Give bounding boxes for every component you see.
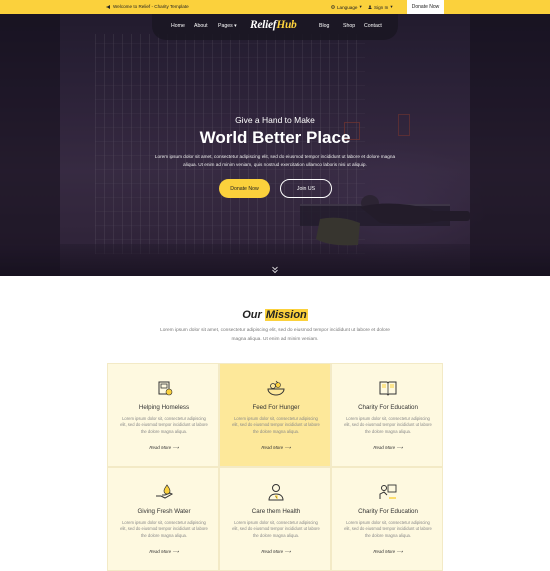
- book-icon: [379, 381, 397, 396]
- card-text: Lorem ipsum dolor sit, consectetur adipi…: [232, 416, 320, 434]
- signin-label: Sign In: [374, 4, 389, 10]
- mission-card: Care them Health Lorem ipsum dolor sit, …: [219, 467, 331, 571]
- card-title: Care them Health: [251, 508, 301, 515]
- doctor-icon: [268, 484, 284, 501]
- mission-description: Lorem ipsum dolor sit amet, consectetur …: [160, 328, 390, 342]
- welcome-label: Welcome to Relief - Charity Template: [113, 4, 189, 9]
- nav-pages-label: Pages: [218, 23, 233, 29]
- chevron-down-icon: ▾: [359, 4, 362, 9]
- globe-icon: [331, 5, 335, 9]
- megaphone-icon: [106, 4, 110, 9]
- welcome-text: Welcome to Relief - Charity Template: [106, 4, 189, 9]
- card-text: Lorem ipsum dolor sit, consectetur adipi…: [344, 520, 432, 538]
- nav-pages[interactable]: Pages ▾: [218, 23, 237, 29]
- language-selector[interactable]: Language ▾: [331, 4, 362, 10]
- site-logo[interactable]: ReliefHub: [250, 19, 297, 31]
- logo-accent-text: Hub: [276, 19, 297, 31]
- mission-card: Giving Fresh Water Lorem ipsum dolor sit…: [107, 467, 219, 571]
- language-label: Language: [337, 4, 358, 10]
- mission-title-prefix: Our: [242, 309, 262, 321]
- nav-blog[interactable]: Blog: [319, 23, 329, 29]
- mission-cards: Helping Homeless Lorem ipsum dolor sit, …: [107, 363, 443, 571]
- mission-card: Charity For Education Lorem ipsum dolor …: [331, 363, 443, 467]
- hero-join-button[interactable]: Join US: [280, 179, 332, 198]
- read-more-link[interactable]: Read More ⟶: [108, 445, 220, 451]
- read-more-link[interactable]: Read More ⟶: [332, 445, 444, 451]
- user-icon: [368, 5, 372, 9]
- mission-title-highlight: Mission: [264, 309, 308, 321]
- water-hand-icon: [156, 484, 174, 499]
- card-title: Helping Homeless: [138, 404, 190, 411]
- logo-text: Relief: [250, 19, 277, 31]
- nav-contact[interactable]: Contact: [364, 23, 382, 29]
- chevron-down-icon: ▾: [390, 4, 393, 9]
- top-bar: Welcome to Relief - Charity Template Lan…: [0, 0, 550, 14]
- card-title: Charity For Education: [358, 508, 418, 515]
- hero-section: Give a Hand to Make World Better Place L…: [0, 14, 550, 276]
- chevron-down-icon: ▾: [234, 23, 237, 29]
- nav-about[interactable]: About: [194, 23, 208, 29]
- nav-home[interactable]: Home: [171, 23, 185, 29]
- card-text: Lorem ipsum dolor sit, consectetur adipi…: [232, 520, 320, 538]
- teacher-icon: [379, 484, 397, 499]
- card-text: Lorem ipsum dolor sit, consectetur adipi…: [120, 520, 208, 538]
- mission-card: Charity For Education Lorem ipsum dolor …: [331, 467, 443, 571]
- read-more-link[interactable]: Read More ⟶: [220, 445, 332, 451]
- scroll-down-icon[interactable]: [268, 266, 282, 276]
- mission-card: Feed For Hunger Lorem ipsum dolor sit, c…: [219, 363, 331, 467]
- hero-description: Lorem ipsum dolor sit amet, consectetur …: [154, 154, 396, 167]
- signin-link[interactable]: Sign In ▾: [368, 4, 393, 10]
- hero-title: World Better Place: [199, 128, 351, 147]
- card-title: Giving Fresh Water: [137, 508, 191, 515]
- card-text: Lorem ipsum dolor sit, consectetur adipi…: [120, 416, 208, 434]
- mission-card: Helping Homeless Lorem ipsum dolor sit, …: [107, 363, 219, 467]
- homeless-icon: [158, 381, 173, 396]
- top-donate-button[interactable]: Donate Now: [407, 0, 444, 14]
- card-title: Charity For Education: [358, 404, 418, 411]
- hero-subtitle: Give a Hand to Make: [235, 115, 315, 125]
- mission-title: Our Mission: [0, 309, 550, 321]
- hero-donate-button[interactable]: Donate Now: [219, 179, 270, 198]
- food-bowl-icon: [267, 380, 285, 396]
- card-title: Feed For Hunger: [252, 404, 300, 411]
- nav-shop[interactable]: Shop: [343, 23, 355, 29]
- card-text: Lorem ipsum dolor sit, consectetur adipi…: [344, 416, 432, 434]
